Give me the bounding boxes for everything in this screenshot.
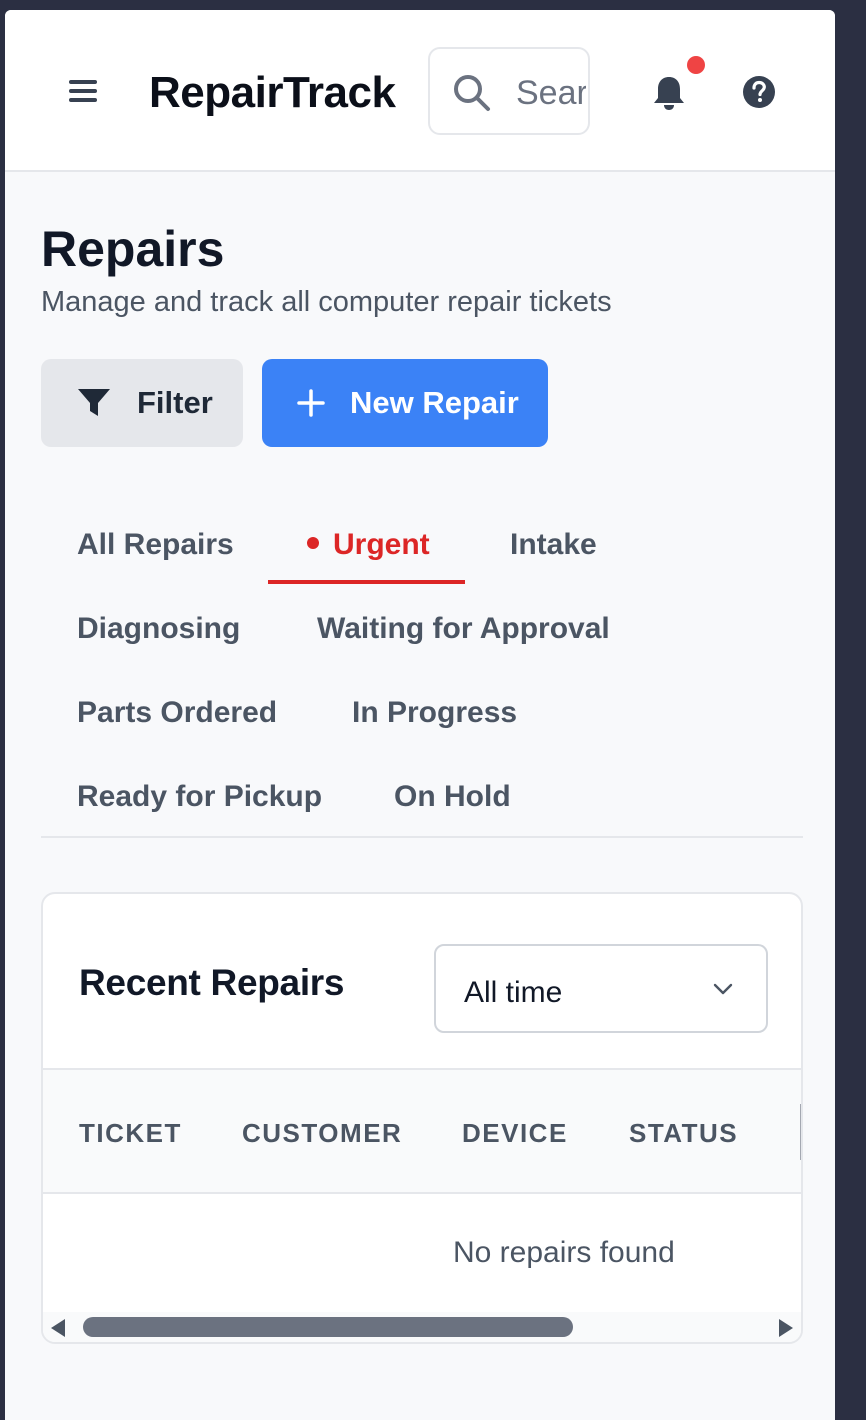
column-header-status[interactable]: STATUS bbox=[629, 1118, 738, 1149]
tab-parts-ordered[interactable]: Parts Ordered bbox=[77, 696, 277, 730]
tab-urgent-label: Urgent bbox=[333, 528, 430, 561]
empty-state-message: No repairs found bbox=[453, 1236, 675, 1269]
scrollbar-thumb[interactable] bbox=[83, 1317, 573, 1337]
search-input[interactable] bbox=[516, 71, 586, 115]
top-header: RepairTrack bbox=[5, 10, 835, 172]
scroll-right-arrow-icon[interactable] bbox=[779, 1319, 793, 1337]
tab-waiting-for-approval[interactable]: Waiting for Approval bbox=[317, 612, 610, 646]
scroll-left-arrow-icon[interactable] bbox=[51, 1319, 65, 1337]
new-repair-button-label: New Repair bbox=[350, 385, 519, 420]
tab-urgent[interactable]: Urgent bbox=[307, 528, 430, 562]
period-select[interactable]: All time bbox=[434, 944, 768, 1033]
tab-on-hold[interactable]: On Hold bbox=[394, 780, 511, 814]
truncated-column-edge bbox=[800, 1104, 801, 1160]
period-select-value: All time bbox=[464, 976, 563, 1009]
search-box[interactable] bbox=[428, 47, 590, 135]
tab-in-progress[interactable]: In Progress bbox=[352, 696, 517, 730]
column-header-customer[interactable]: CUSTOMER bbox=[242, 1118, 402, 1149]
tab-intake[interactable]: Intake bbox=[510, 528, 597, 562]
notification-badge bbox=[687, 56, 705, 74]
horizontal-scrollbar[interactable] bbox=[43, 1312, 801, 1342]
urgent-dot bbox=[307, 537, 319, 550]
page-subtitle: Manage and track all computer repair tic… bbox=[41, 286, 612, 318]
tab-all-repairs[interactable]: All Repairs bbox=[77, 528, 234, 562]
app-title: RepairTrack bbox=[149, 68, 396, 117]
column-header-device[interactable]: DEVICE bbox=[462, 1118, 568, 1149]
app-window: RepairTrack Repairs Manage and track all… bbox=[5, 10, 835, 1420]
filter-button-label: Filter bbox=[137, 385, 213, 420]
page-title: Repairs bbox=[41, 221, 225, 277]
new-repair-button[interactable]: New Repair bbox=[262, 359, 548, 447]
recent-repairs-card: Recent Repairs All time TICKET CUSTOMER … bbox=[41, 892, 803, 1344]
help-icon[interactable] bbox=[741, 74, 777, 110]
menu-icon[interactable] bbox=[69, 76, 101, 106]
table-header: TICKET CUSTOMER DEVICE STATUS bbox=[43, 1068, 801, 1194]
tabs-divider bbox=[41, 836, 803, 838]
search-icon bbox=[454, 75, 490, 111]
card-title: Recent Repairs bbox=[79, 962, 345, 1003]
tab-ready-for-pickup[interactable]: Ready for Pickup bbox=[77, 780, 322, 814]
column-header-ticket[interactable]: TICKET bbox=[79, 1118, 182, 1149]
chevron-down-icon bbox=[713, 983, 733, 995]
plus-icon bbox=[297, 389, 325, 417]
filter-icon bbox=[78, 389, 110, 416]
active-tab-indicator bbox=[268, 580, 465, 584]
bell-icon[interactable] bbox=[652, 74, 686, 112]
tab-diagnosing[interactable]: Diagnosing bbox=[77, 612, 240, 646]
filter-button[interactable]: Filter bbox=[41, 359, 243, 447]
